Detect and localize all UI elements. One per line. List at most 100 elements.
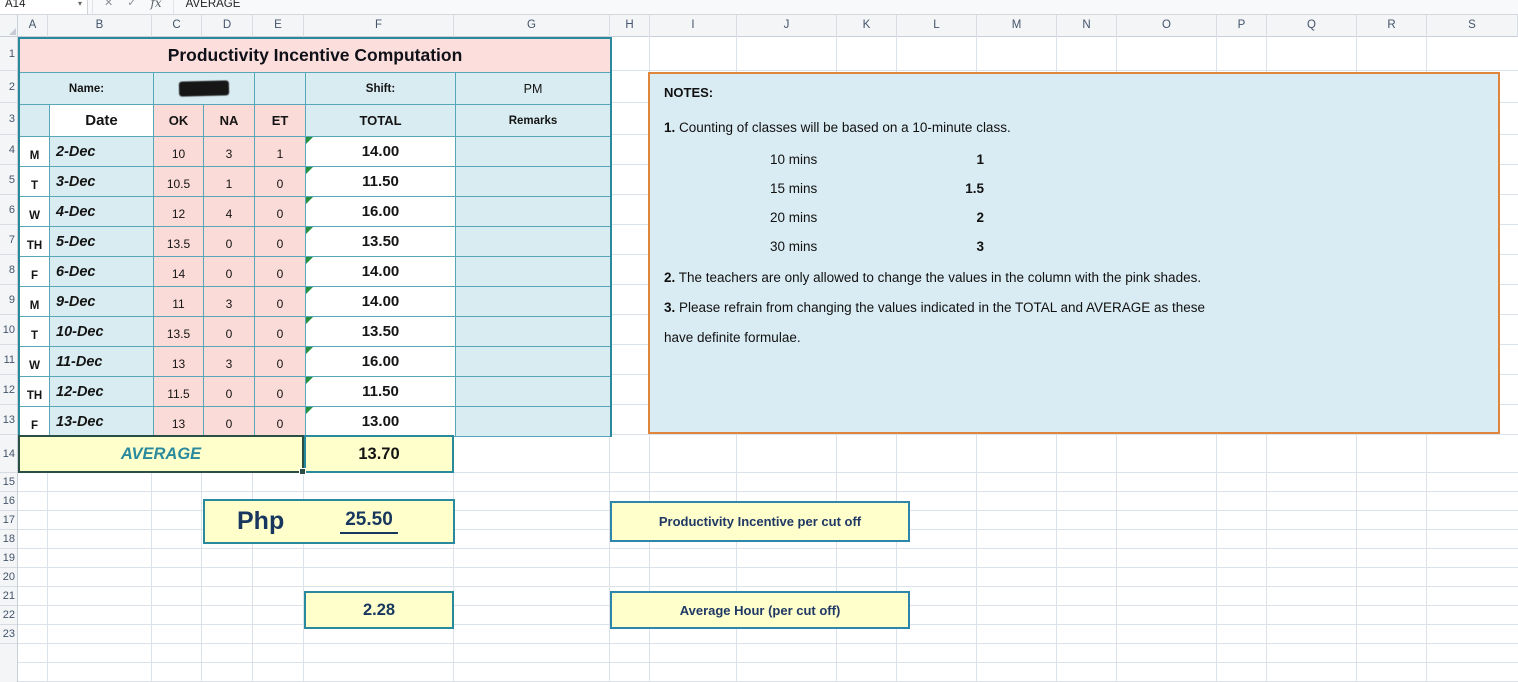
cell-na[interactable]: 3	[204, 137, 255, 167]
name-value-cell[interactable]	[154, 73, 255, 105]
empty-cell[interactable]	[255, 73, 306, 105]
row-header-12[interactable]: 12	[0, 375, 17, 405]
average-value-cell[interactable]: 13.70	[304, 435, 454, 473]
cell-remarks[interactable]	[456, 257, 610, 287]
header-et[interactable]: ET	[255, 105, 306, 137]
column-header-I[interactable]: I	[650, 15, 737, 37]
cell-ok[interactable]: 11.5	[154, 377, 204, 407]
cell-total[interactable]: 11.50	[306, 167, 456, 197]
cell-day[interactable]: F	[20, 407, 50, 437]
column-header-A[interactable]: A	[18, 15, 48, 37]
cell-total[interactable]: 11.50	[306, 377, 456, 407]
row-headers[interactable]: 1 2 3 4 5 6 7 8 9 10 11 12 13 14 15 16 17 18 19 20 21 22 23	[0, 37, 18, 682]
cell-ok[interactable]: 14	[154, 257, 204, 287]
cell-remarks[interactable]	[456, 407, 610, 437]
cell-total[interactable]: 13.00	[306, 407, 456, 437]
cell-na[interactable]: 3	[204, 287, 255, 317]
row-header-3[interactable]: 3	[0, 103, 17, 135]
cell-remarks[interactable]	[456, 167, 610, 197]
sheet-grid[interactable]: Productivity Incentive Computation Name:…	[18, 37, 1518, 682]
shift-label-cell[interactable]: Shift:	[306, 73, 456, 105]
average-hour-caption-box[interactable]: Average Hour (per cut off)	[610, 591, 910, 629]
cell-date[interactable]: 11-Dec	[50, 347, 154, 377]
cell-ok[interactable]: 13.5	[154, 227, 204, 257]
cell-day[interactable]: T	[20, 167, 50, 197]
row-header-7[interactable]: 7	[0, 225, 17, 255]
name-box[interactable]: A14 ▾	[0, 0, 88, 14]
average-hour-box[interactable]: 2.28	[304, 591, 454, 629]
header-ok[interactable]: OK	[154, 105, 204, 137]
cell-date[interactable]: 4-Dec	[50, 197, 154, 227]
row-header-1[interactable]: 1	[0, 37, 17, 71]
cell-na[interactable]: 0	[204, 377, 255, 407]
row-header-4[interactable]: 4	[0, 135, 17, 165]
row-header-20[interactable]: 20	[0, 568, 17, 587]
cell-remarks[interactable]	[456, 317, 610, 347]
column-header-G[interactable]: G	[454, 15, 610, 37]
row-header-11[interactable]: 11	[0, 345, 17, 375]
cell-date[interactable]: 13-Dec	[50, 407, 154, 437]
cell-na[interactable]: 3	[204, 347, 255, 377]
column-header-M[interactable]: M	[977, 15, 1057, 37]
name-label-cell[interactable]: Name:	[20, 73, 154, 105]
incentive-caption-box[interactable]: Productivity Incentive per cut off	[610, 501, 910, 542]
shift-value-cell[interactable]: PM	[456, 73, 610, 105]
cell-date[interactable]: 9-Dec	[50, 287, 154, 317]
cell-total[interactable]: 16.00	[306, 197, 456, 227]
cell-day[interactable]: M	[20, 287, 50, 317]
empty-cell[interactable]	[20, 105, 50, 137]
column-header-K[interactable]: K	[837, 15, 897, 37]
cell-ok[interactable]: 12	[154, 197, 204, 227]
cell-date[interactable]: 3-Dec	[50, 167, 154, 197]
cell-na[interactable]: 1	[204, 167, 255, 197]
cell-et[interactable]: 0	[255, 167, 306, 197]
header-total[interactable]: TOTAL	[306, 105, 456, 137]
column-header-N[interactable]: N	[1057, 15, 1117, 37]
table-title[interactable]: Productivity Incentive Computation	[20, 39, 610, 73]
cell-total[interactable]: 13.50	[306, 317, 456, 347]
cell-remarks[interactable]	[456, 227, 610, 257]
cancel-icon[interactable]: ✕	[97, 0, 120, 14]
cell-remarks[interactable]	[456, 377, 610, 407]
row-header-14[interactable]: 14	[0, 435, 17, 473]
row-header-15[interactable]: 15	[0, 473, 17, 492]
row-header-8[interactable]: 8	[0, 255, 17, 285]
cell-et[interactable]: 0	[255, 347, 306, 377]
column-header-B[interactable]: B	[48, 15, 152, 37]
cell-na[interactable]: 0	[204, 407, 255, 437]
row-header-23[interactable]: 23	[0, 625, 17, 644]
column-header-D[interactable]: D	[202, 15, 253, 37]
cell-day[interactable]: TH	[20, 377, 50, 407]
header-na[interactable]: NA	[204, 105, 255, 137]
cell-total[interactable]: 13.50	[306, 227, 456, 257]
column-header-S[interactable]: S	[1427, 15, 1518, 37]
cell-remarks[interactable]	[456, 197, 610, 227]
row-header-2[interactable]: 2	[0, 71, 17, 103]
cell-na[interactable]: 0	[204, 227, 255, 257]
cell-date[interactable]: 5-Dec	[50, 227, 154, 257]
cell-et[interactable]: 0	[255, 227, 306, 257]
formula-input[interactable]: AVERAGE	[178, 0, 241, 10]
row-header-19[interactable]: 19	[0, 549, 17, 568]
column-header-L[interactable]: L	[897, 15, 977, 37]
cell-et[interactable]: 0	[255, 407, 306, 437]
cell-total[interactable]: 14.00	[306, 287, 456, 317]
cell-na[interactable]: 0	[204, 257, 255, 287]
cell-na[interactable]: 0	[204, 317, 255, 347]
cell-et[interactable]: 0	[255, 197, 306, 227]
column-header-Q[interactable]: Q	[1267, 15, 1357, 37]
column-header-O[interactable]: O	[1117, 15, 1217, 37]
column-header-P[interactable]: P	[1217, 15, 1267, 37]
average-label-cell[interactable]: AVERAGE	[18, 435, 304, 473]
cell-remarks[interactable]	[456, 287, 610, 317]
cell-day[interactable]: W	[20, 197, 50, 227]
column-header-E[interactable]: E	[253, 15, 304, 37]
column-header-F[interactable]: F	[304, 15, 454, 37]
cell-date[interactable]: 2-Dec	[50, 137, 154, 167]
row-header-9[interactable]: 9	[0, 285, 17, 315]
enter-icon[interactable]: ✓	[120, 0, 143, 14]
incentive-amount-box[interactable]: Php 25.50	[203, 499, 455, 544]
cell-day[interactable]: F	[20, 257, 50, 287]
cell-ok[interactable]: 13	[154, 407, 204, 437]
cell-date[interactable]: 12-Dec	[50, 377, 154, 407]
